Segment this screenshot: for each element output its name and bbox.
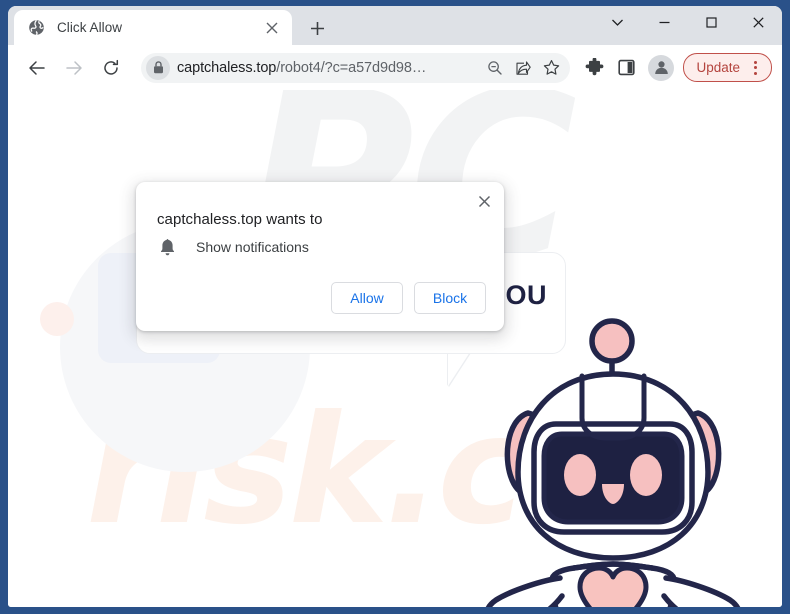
browser-window: Click Allow captchaless.top/robot4/?c=a5…: [0, 0, 790, 614]
close-window-button[interactable]: [735, 6, 782, 38]
tab-strip: Click Allow: [8, 6, 782, 45]
browser-window-inner: Click Allow captchaless.top/robot4/?c=a5…: [8, 6, 782, 607]
robot-mascot: [485, 318, 741, 607]
star-icon[interactable]: [538, 55, 564, 81]
speech-bubble-tail: [448, 352, 470, 386]
update-label: Update: [696, 60, 740, 75]
tab-search-button[interactable]: [594, 6, 641, 38]
puzzle-icon[interactable]: [580, 54, 608, 82]
permission-dialog-buttons: Allow Block: [331, 282, 486, 314]
browser-tab[interactable]: Click Allow: [14, 10, 292, 45]
maximize-button[interactable]: [688, 6, 735, 38]
minimize-button[interactable]: [641, 6, 688, 38]
address-bar[interactable]: captchaless.top/robot4/?c=a57d9d98…: [141, 52, 571, 83]
side-panel-icon[interactable]: [612, 54, 640, 82]
back-button[interactable]: [22, 53, 52, 83]
decorative-blob: [40, 302, 74, 336]
window-controls: [594, 6, 782, 45]
forward-button: [59, 53, 89, 83]
permission-row: Show notifications: [157, 237, 309, 257]
browser-toolbar: captchaless.top/robot4/?c=a57d9d98… Upda…: [8, 45, 782, 90]
page-viewport: PC risk.co OU: [8, 90, 782, 607]
robot-eye-left: [564, 454, 596, 496]
robot-eye-right: [630, 454, 662, 496]
tab-title: Click Allow: [57, 20, 123, 35]
reload-button[interactable]: [96, 53, 126, 83]
close-icon[interactable]: [471, 188, 497, 214]
three-dot-menu-icon[interactable]: [746, 57, 764, 79]
new-tab-button[interactable]: [304, 15, 330, 41]
speech-bubble-text: OU: [505, 280, 547, 310]
bell-icon: [157, 237, 177, 257]
close-tab-icon[interactable]: [262, 18, 282, 38]
allow-button[interactable]: Allow: [331, 282, 403, 314]
antenna-ball: [589, 318, 635, 364]
lock-icon[interactable]: [146, 55, 170, 80]
url-path: /robot4/?c=a57d9d98…: [276, 59, 427, 76]
url-text: captchaless.top/robot4/?c=a57d9d98…: [177, 60, 480, 76]
share-icon[interactable]: [510, 55, 536, 81]
block-button[interactable]: Block: [414, 282, 486, 314]
permission-dialog-title: captchaless.top wants to: [157, 211, 323, 228]
url-domain: captchaless.top: [177, 59, 277, 76]
globe-icon: [29, 19, 44, 36]
notification-permission-dialog: captchaless.top wants to Show notificati…: [136, 182, 504, 331]
update-button[interactable]: Update: [683, 53, 772, 82]
zoom-out-icon[interactable]: [482, 55, 508, 81]
avatar[interactable]: [648, 54, 675, 81]
permission-text: Show notifications: [196, 239, 309, 255]
